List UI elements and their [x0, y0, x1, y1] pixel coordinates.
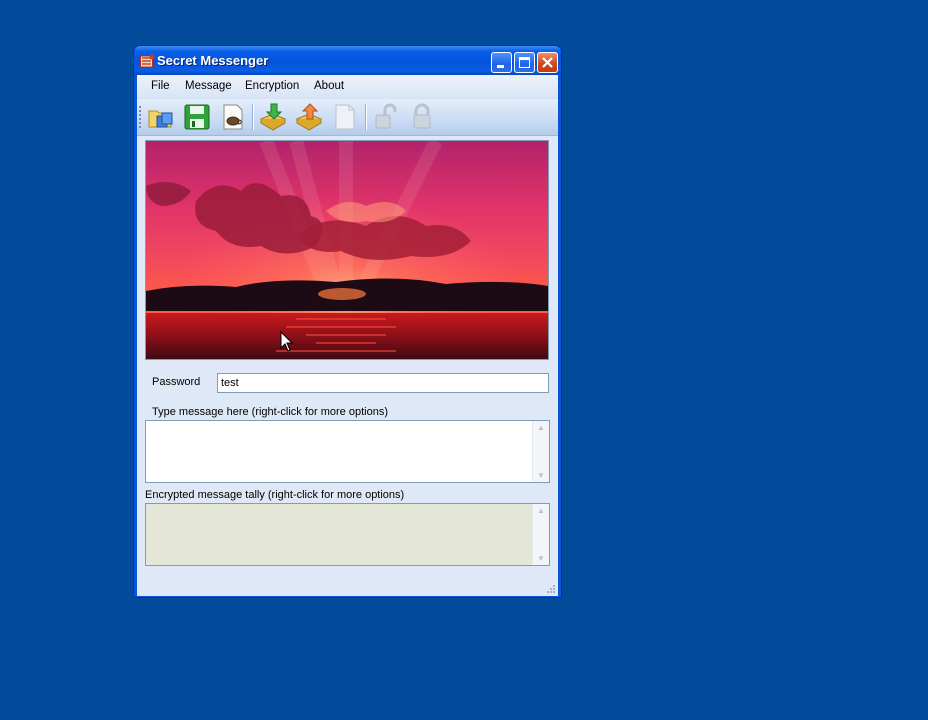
close-button[interactable]	[537, 52, 558, 73]
message-textarea[interactable]: ▲ ▼	[145, 420, 550, 483]
maximize-button[interactable]	[514, 52, 535, 73]
scroll-up-icon[interactable]: ▲	[537, 506, 545, 515]
message-scrollbar[interactable]: ▲ ▼	[532, 421, 549, 482]
encrypted-label: Encrypted message tally (right-click for…	[145, 489, 405, 501]
app-icon	[140, 54, 155, 68]
sunset-over-water-image	[145, 140, 549, 360]
toolbar	[137, 99, 558, 136]
toolbar-grip[interactable]	[139, 106, 141, 130]
coffee-document-icon[interactable]	[218, 102, 248, 132]
menu-file[interactable]: File	[151, 80, 170, 92]
mouse-pointer-icon	[280, 331, 294, 352]
scroll-up-icon[interactable]: ▲	[537, 423, 545, 432]
lock-icon[interactable]	[407, 102, 437, 132]
toolbar-separator	[365, 104, 366, 130]
toolbar-separator	[252, 104, 253, 130]
secret-messenger-window: Secret Messenger File Message Encryption…	[133, 45, 562, 598]
scroll-down-icon[interactable]: ▼	[537, 471, 545, 480]
encrypted-scrollbar[interactable]: ▲ ▼	[532, 504, 549, 565]
encrypted-textarea[interactable]: ▲ ▼	[145, 503, 550, 566]
maximize-icon	[519, 57, 530, 68]
menu-bar: File Message Encryption About	[137, 75, 558, 99]
open-folder-icon[interactable]	[146, 102, 176, 132]
blank-document-icon[interactable]	[330, 102, 360, 132]
menu-about[interactable]: About	[314, 80, 344, 92]
menu-message[interactable]: Message	[185, 80, 232, 92]
client-area: File Message Encryption About Password t…	[137, 75, 558, 596]
password-label: Password	[152, 376, 201, 388]
save-disk-icon[interactable]	[182, 102, 212, 132]
scroll-down-icon[interactable]: ▼	[537, 554, 545, 563]
password-input[interactable]	[217, 373, 549, 393]
window-title: Secret Messenger	[157, 53, 269, 68]
minimize-button[interactable]	[491, 52, 512, 73]
close-icon	[542, 57, 553, 68]
title-bar[interactable]: Secret Messenger	[134, 46, 561, 75]
export-arrow-icon[interactable]	[294, 102, 324, 132]
message-label: Type message here (right-click for more …	[152, 406, 388, 418]
menu-encryption[interactable]: Encryption	[245, 80, 299, 92]
unlock-icon[interactable]	[371, 102, 401, 132]
import-arrow-icon[interactable]	[258, 102, 288, 132]
resize-grip-icon[interactable]	[545, 583, 556, 594]
minimize-icon	[497, 65, 504, 68]
